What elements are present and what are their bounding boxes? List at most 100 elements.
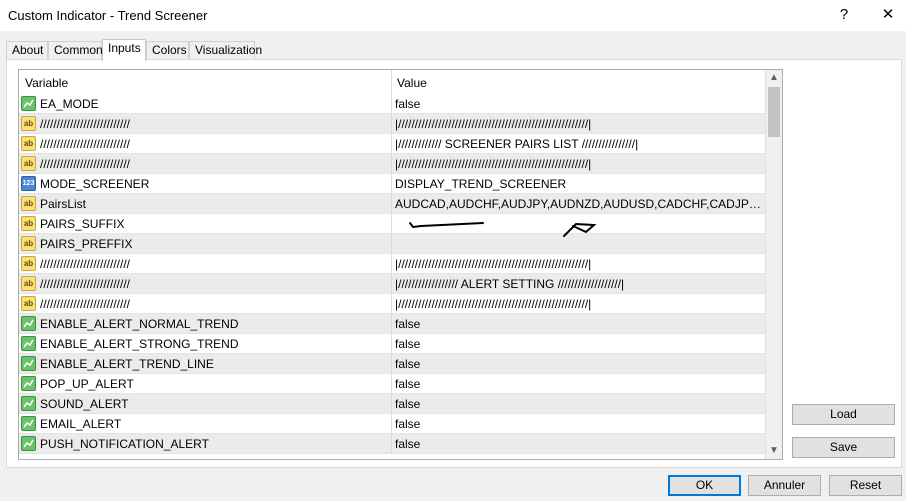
grid-row[interactable]: ab PAIRS_PREFFIX [19, 234, 766, 254]
cell-divider [391, 294, 392, 314]
grid-row[interactable]: 123 MODE_SCREENER DISPLAY_TREND_SCREENER [19, 174, 766, 194]
string-type-icon: ab [21, 236, 36, 251]
variable-name: /////////////////////////// [40, 297, 131, 311]
scroll-down-icon[interactable]: ▼ [766, 443, 782, 459]
variable-name: MODE_SCREENER [40, 177, 150, 191]
cell-divider [391, 374, 392, 394]
value-cell[interactable]: |///////////////////////////////////////… [395, 157, 763, 171]
cell-divider [391, 154, 392, 174]
grid-row[interactable]: ab /////////////////////////// |//////////… [19, 134, 766, 154]
grid-rows: EA_MODE falseab //////////////////////////… [19, 94, 766, 454]
variable-name: /////////////////////////// [40, 277, 131, 291]
grid-row[interactable]: ENABLE_ALERT_NORMAL_TREND false [19, 314, 766, 334]
variable-name: PUSH_NOTIFICATION_ALERT [40, 437, 209, 451]
cell-divider [391, 114, 392, 134]
column-header-variable[interactable]: Variable [25, 76, 68, 90]
hand-drawn-arrow-left-icon [409, 222, 484, 228]
scrollbar-thumb[interactable] [768, 87, 780, 137]
cell-divider [391, 394, 392, 414]
column-divider[interactable] [391, 70, 392, 94]
variable-name: SOUND_ALERT [40, 397, 129, 411]
cell-divider [391, 414, 392, 434]
value-cell[interactable]: |///////////// SCREENER PAIRS LIST /////… [395, 137, 763, 151]
string-type-icon: ab [21, 296, 36, 311]
load-button[interactable]: Load [792, 404, 895, 425]
value-cell[interactable]: |///////////////////////////////////////… [395, 297, 763, 311]
value-cell[interactable]: false [395, 337, 763, 351]
scroll-up-icon[interactable]: ▲ [766, 70, 782, 86]
grid-row[interactable]: ENABLE_ALERT_STRONG_TREND false [19, 334, 766, 354]
cell-divider [391, 174, 392, 194]
grid-row[interactable]: ab /////////////////////////// |//////////… [19, 274, 766, 294]
bool-type-icon [21, 336, 36, 351]
grid-header: Variable Value [19, 70, 766, 94]
cell-divider [391, 94, 392, 114]
cell-divider [391, 194, 392, 214]
value-cell[interactable]: |////////////////// ALERT SETTING //////… [395, 277, 763, 291]
value-cell[interactable]: |///////////////////////////////////////… [395, 117, 763, 131]
bool-type-icon [21, 436, 36, 451]
grid-row[interactable]: SOUND_ALERT false [19, 394, 766, 414]
bool-type-icon [21, 416, 36, 431]
grid-row[interactable]: EMAIL_ALERT false [19, 414, 766, 434]
value-cell[interactable]: false [395, 397, 763, 411]
value-cell[interactable]: false [395, 437, 763, 451]
string-type-icon: ab [21, 156, 36, 171]
ok-button[interactable]: OK [668, 475, 741, 496]
reset-button[interactable]: Reset [829, 475, 902, 496]
grid-row[interactable]: ab /////////////////////////// |//////////… [19, 114, 766, 134]
value-cell[interactable]: DISPLAY_TREND_SCREENER [395, 177, 763, 191]
value-cell[interactable]: false [395, 317, 763, 331]
column-header-value[interactable]: Value [397, 76, 427, 90]
vertical-scrollbar[interactable]: ▲ ▼ [765, 70, 782, 459]
bool-type-icon [21, 376, 36, 391]
string-type-icon: ab [21, 256, 36, 271]
cell-divider [391, 214, 392, 234]
help-button[interactable]: ? [830, 4, 858, 26]
save-button[interactable]: Save [792, 437, 895, 458]
cell-divider [391, 134, 392, 154]
grid-row[interactable]: ab /////////////////////////// |//////////… [19, 294, 766, 314]
grid-row[interactable]: POP_UP_ALERT false [19, 374, 766, 394]
variable-name: /////////////////////////// [40, 157, 131, 171]
hand-drawn-arrow-right-icon [563, 222, 597, 237]
tab-visualization[interactable]: Visualization [189, 41, 262, 60]
cell-divider [391, 274, 392, 294]
string-type-icon: ab [21, 276, 36, 291]
variable-name: EMAIL_ALERT [40, 417, 122, 431]
window-title: Custom Indicator - Trend Screener [8, 8, 208, 23]
tab-inputs[interactable]: Inputs [102, 39, 146, 61]
cell-divider [391, 234, 392, 254]
tab-common[interactable]: Common [48, 41, 103, 60]
variable-name: ENABLE_ALERT_TREND_LINE [40, 357, 214, 371]
grid-row[interactable]: EA_MODE false [19, 94, 766, 114]
value-cell[interactable]: |///////////////////////////////////////… [395, 257, 763, 271]
value-cell[interactable]: false [395, 97, 763, 111]
grid-row[interactable]: ab PAIRS_SUFFIX [19, 214, 766, 234]
value-cell[interactable]: false [395, 417, 763, 431]
grid-row[interactable]: ab /////////////////////////// |//////////… [19, 154, 766, 174]
variable-name: /////////////////////////// [40, 117, 131, 131]
tab-about[interactable]: About [6, 41, 48, 60]
grid-row[interactable]: ENABLE_ALERT_TREND_LINE false [19, 354, 766, 374]
grid-row[interactable]: PUSH_NOTIFICATION_ALERT false [19, 434, 766, 454]
string-type-icon: ab [21, 116, 36, 131]
value-cell[interactable]: false [395, 357, 763, 371]
hand-drawn-annotation [409, 222, 597, 237]
value-cell[interactable]: AUDCAD,AUDCHF,AUDJPY,AUDNZD,AUDUSD,CADCH… [395, 197, 763, 211]
value-cell[interactable]: false [395, 377, 763, 391]
bool-type-icon [21, 96, 36, 111]
cell-divider [391, 334, 392, 354]
variable-name: PAIRS_SUFFIX [40, 217, 125, 231]
variable-name: /////////////////////////// [40, 257, 131, 271]
variable-name: /////////////////////////// [40, 137, 131, 151]
cell-divider [391, 314, 392, 334]
grid-row[interactable]: ab /////////////////////////// |//////////… [19, 254, 766, 274]
variable-name: ENABLE_ALERT_NORMAL_TREND [40, 317, 239, 331]
grid-row[interactable]: ab PairsList AUDCAD,AUDCHF,AUDJPY,AUDNZD,A… [19, 194, 766, 214]
inputs-grid: Variable Value EA_MODE falseab ///////////… [18, 69, 783, 460]
tab-colors[interactable]: Colors [146, 41, 189, 60]
close-button[interactable]: ✕ [874, 4, 902, 26]
cell-divider [391, 354, 392, 374]
cancel-button[interactable]: Annuler [748, 475, 821, 496]
